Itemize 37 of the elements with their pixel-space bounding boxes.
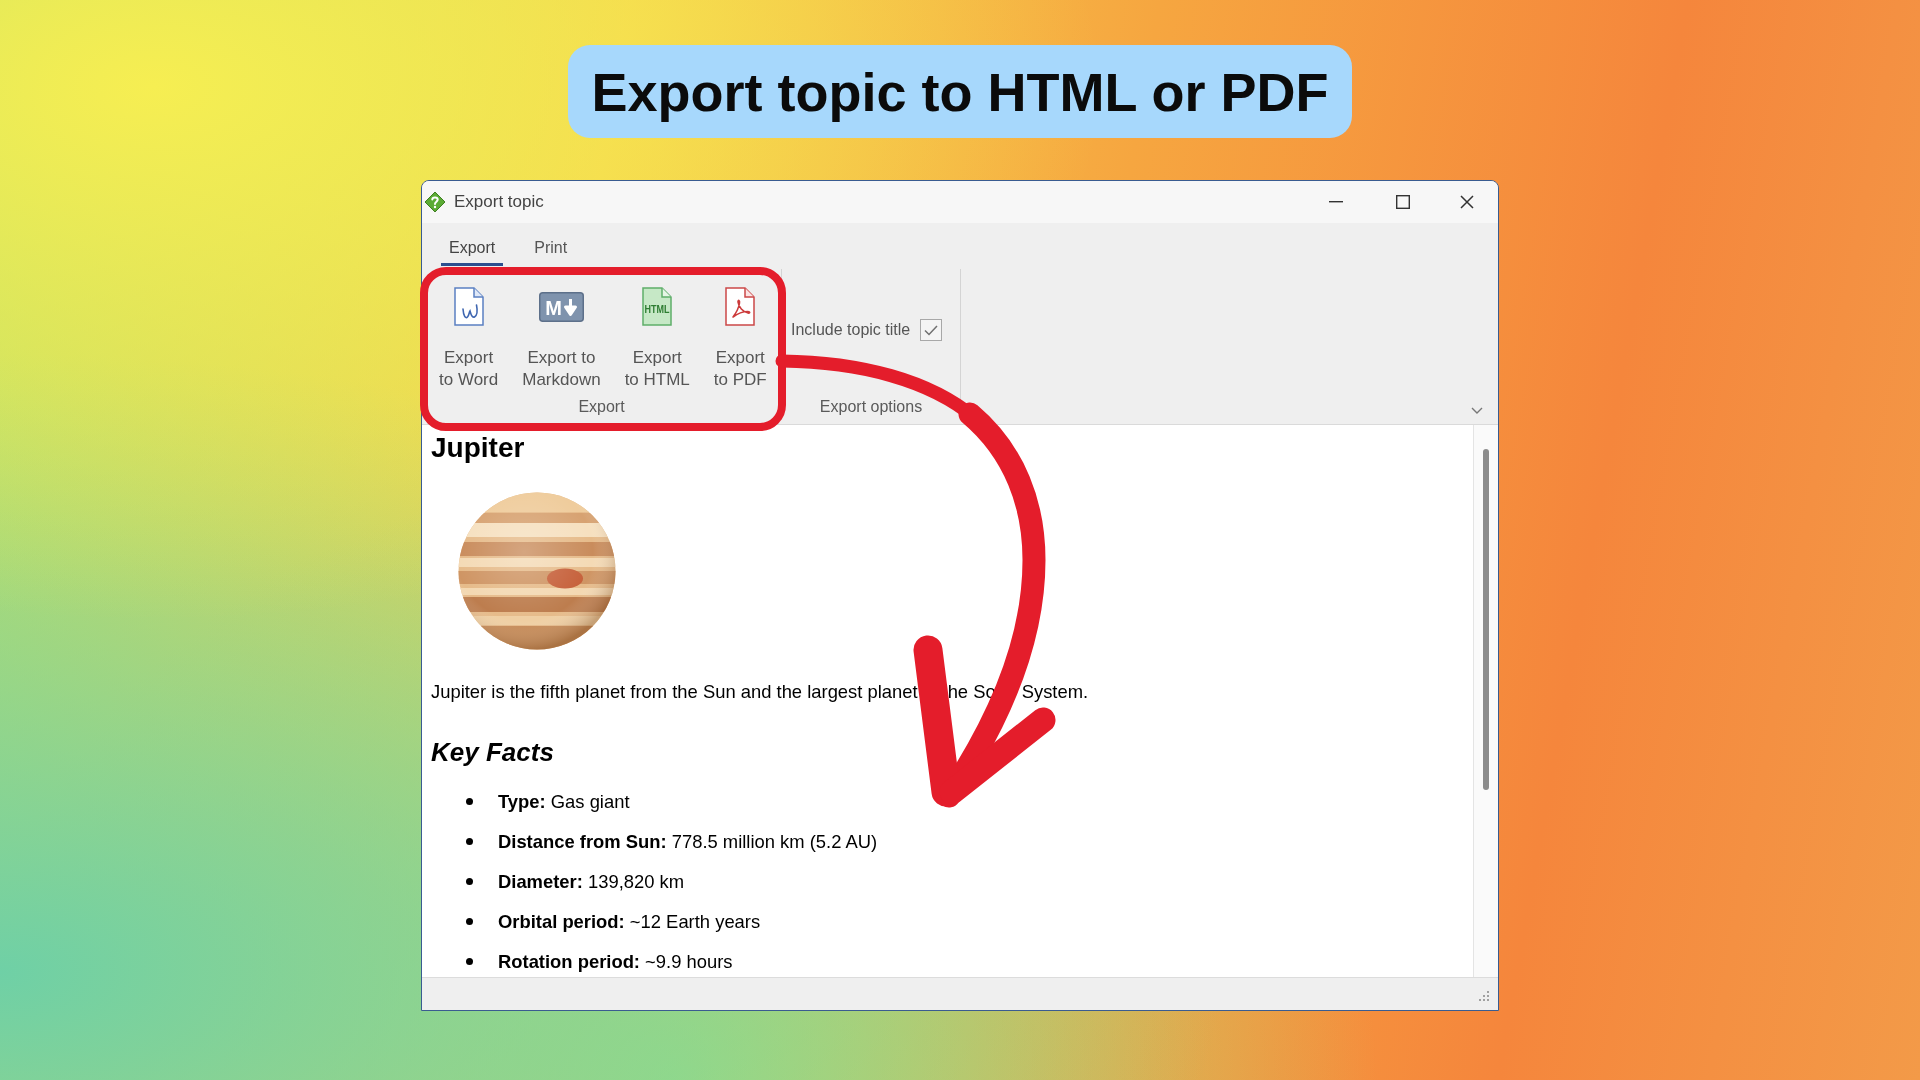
document-heading: Jupiter (431, 432, 526, 464)
tab[interactable]: Print (526, 232, 576, 266)
fact-text: Diameter: 139,820 km (498, 871, 685, 892)
bullet-icon (466, 798, 473, 805)
checkbox[interactable] (920, 319, 943, 341)
tab[interactable]: Export (441, 232, 504, 266)
bullet-icon (466, 878, 473, 885)
maximize-icon (1395, 195, 1410, 209)
markdown-logo-icon: M (538, 291, 584, 322)
chevron-down-icon (1471, 406, 1483, 414)
scrollbar-thumb[interactable] (1483, 449, 1489, 790)
window-title: Export topic (454, 191, 544, 213)
include-topic-title-label: Include topic title (791, 320, 911, 340)
banner-title: Export topic to HTML or PDF (568, 45, 1352, 138)
checkmark-icon (924, 324, 939, 336)
export-markdown-button[interactable]: M Export to Markdown (510, 287, 613, 391)
group-label: Export (578, 397, 625, 417)
bullet-icon (466, 958, 473, 965)
fact-text: Rotation period: ~9.9 hours (498, 951, 733, 972)
fact-text: Type: Gas giant (498, 791, 630, 812)
resize-grip-icon (1478, 990, 1490, 1002)
export-pdf-button[interactable]: Export to PDF (701, 287, 779, 391)
section-heading: Key Facts (431, 737, 555, 767)
intro-paragraph-text: System. (1021, 681, 1089, 702)
export-word-button[interactable]: Export to Word (427, 287, 511, 391)
fact-text: Distance from Sun: 778.5 million km (5.2 AU) (498, 831, 878, 852)
close-icon (1460, 195, 1474, 209)
intro-paragraph-text: Jupiter is the fifth planet from the Sun and the largest planet (431, 681, 918, 702)
minimize-icon (1328, 201, 1343, 203)
pdf-document-icon (725, 287, 756, 326)
group-label: Export options (819, 397, 923, 417)
html-file-icon: HTML (642, 287, 673, 326)
bullet-icon (466, 838, 473, 845)
bullet-icon (466, 918, 473, 925)
word-document-icon (453, 287, 484, 326)
fact-text: Orbital period: ~12 Earth years (498, 911, 761, 932)
export-html-button[interactable]: HTML Export to HTML (612, 287, 702, 391)
